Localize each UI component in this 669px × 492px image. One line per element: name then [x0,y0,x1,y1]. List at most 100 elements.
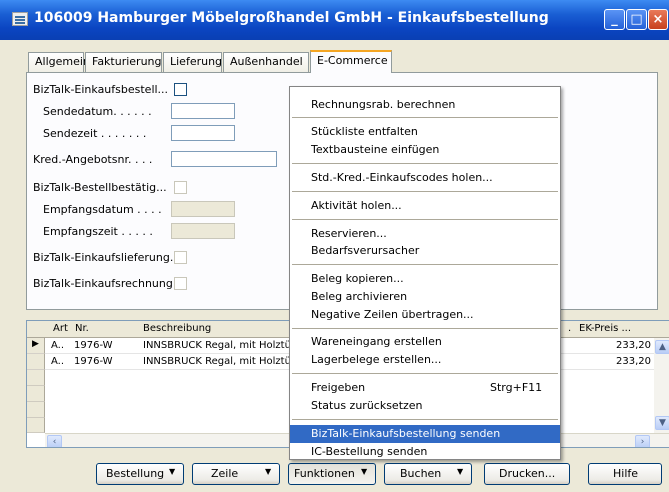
menu-item-rechnungsrab-berechnen[interactable]: Rechnungsrab. berechnen [290,96,560,114]
buchen-label: Buchen [400,467,442,480]
menu-item-aktivitaet-holen[interactable]: Aktivität holen... [290,197,560,215]
empfangszeit-label: Empfangszeit . . . . . [43,225,153,238]
biztalk-einkaufsbestell-label: BizTalk-Einkaufsbestell... [33,83,169,96]
biztalk-einkaufslieferung-label: BizTalk-Einkaufslieferung. [33,251,174,264]
menu-item-lagerbelege-erstellen[interactable]: Lagerbelege erstellen... [290,351,560,369]
title-bar[interactable]: 106009 Hamburger Möbelgroßhandel GmbH - … [0,0,669,40]
menu-item-wareneingang-erstellen[interactable]: Wareneingang erstellen [290,333,560,351]
empfangsdatum-label: Empfangsdatum . . . . [43,203,162,216]
purchase-order-window: 106009 Hamburger Möbelgroßhandel GmbH - … [0,0,669,492]
menu-item-label: IC-Bestellung senden [311,445,428,458]
window-title: 106009 Hamburger Möbelgroßhandel GmbH - … [34,10,549,26]
menu-item-beleg-kopieren[interactable]: Beleg kopieren... [290,270,560,288]
col-beschreibung[interactable]: Beschreibung [143,323,211,334]
scroll-down-icon[interactable]: ▼ [655,416,669,430]
col-ek-preis[interactable]: EK-Preis ... [579,323,631,334]
menu-item-bedarfsverursacher[interactable]: Bedarfsverursacher [290,242,560,260]
tab-allgemein[interactable]: Allgemein [28,52,90,72]
menu-separator [292,191,558,192]
row-selector-current[interactable]: ▶ [27,338,45,354]
biztalk-bestellbestaetig-checkbox [174,181,187,194]
menu-item-label: Std.-Kred.-Einkaufscodes holen... [311,171,493,184]
row-selector[interactable] [27,418,45,433]
menu-item-label: Reservieren... [311,227,387,240]
row-selector[interactable] [27,386,45,402]
empfangsdatum-field [171,201,235,217]
funktionen-label: Funktionen [294,467,355,480]
zeile-button[interactable]: Zeile ▼ [192,463,280,485]
drucken-label: Drucken... [499,467,556,480]
minimize-button[interactable]: _ [604,9,625,30]
scroll-left-icon[interactable]: ‹ [47,435,62,447]
sendedatum-field[interactable] [171,103,235,119]
hilfe-label: Hilfe [613,467,639,480]
menu-item-shortcut: Strg+F11 [490,381,543,394]
menu-separator [292,373,558,374]
menu-item-label: Aktivität holen... [311,199,402,212]
row-selector[interactable] [27,402,45,418]
menu-item-beleg-archivieren[interactable]: Beleg archivieren [290,288,560,306]
menu-separator [292,328,558,329]
vertical-scrollbar[interactable]: ▲ ▼ [654,338,669,433]
tab-lieferung[interactable]: Lieferung [163,52,222,72]
bestellung-button[interactable]: Bestellung ▼ [96,463,184,485]
biztalk-einkaufsbestell-checkbox[interactable] [174,83,187,96]
sendezeit-field[interactable] [171,125,235,141]
menu-separator [292,219,558,220]
menu-item-textbausteine-einfuegen[interactable]: Textbausteine einfügen [290,141,560,159]
cell-nr[interactable]: 1976-W [74,340,113,351]
chevron-down-icon: ▼ [361,467,368,476]
row-selector[interactable] [27,370,45,386]
menu-item-label: Beleg archivieren [311,290,408,303]
hilfe-button[interactable]: Hilfe [588,463,662,485]
menu-item-stueckliste-entfalten[interactable]: Stückliste entfalten [290,123,560,141]
menu-separator [292,264,558,265]
empfangszeit-field [171,223,235,239]
sendezeit-label: Sendezeit . . . . . . . [43,127,147,140]
cell-ek-preis[interactable]: 233,20 [616,356,651,367]
cell-nr[interactable]: 1976-W [74,356,113,367]
cell-beschreibung[interactable]: INNSBRUCK Regal, mit Holztü [143,356,291,367]
drucken-button[interactable]: Drucken... [484,463,570,485]
col-nr[interactable]: Nr. [75,323,89,334]
kred-angebotsnr-field[interactable] [171,151,277,167]
cell-beschreibung[interactable]: INNSBRUCK Regal, mit Holztü [143,340,291,351]
maximize-button[interactable]: □ [626,9,647,30]
menu-item-label: Negative Zeilen übertragen... [311,308,474,321]
chevron-down-icon: ▼ [169,467,176,476]
menu-item-label: Lagerbelege erstellen... [311,353,442,366]
tab-e-commerce[interactable]: E-Commerce [310,50,392,73]
menu-item-ic-bestellung-senden[interactable]: IC-Bestellung senden [290,443,560,461]
col-art[interactable]: Art [53,323,68,334]
scroll-up-icon[interactable]: ▲ [655,340,669,354]
scroll-right-icon[interactable]: › [635,435,650,447]
close-button[interactable]: × [648,9,668,30]
cell-ek-preis[interactable]: 233,20 [616,340,651,351]
tab-aussenhandel[interactable]: Außenhandel [223,52,309,72]
biztalk-einkaufslieferung-checkbox [174,251,187,264]
menu-item-label: Freigeben [311,381,366,394]
menu-item-status-zuruecksetzen[interactable]: Status zurücksetzen [290,397,560,415]
funktionen-button[interactable]: Funktionen ▼ [288,463,376,485]
menu-separator [292,163,558,164]
cell-art[interactable]: A.. [51,340,64,351]
row-selector[interactable] [27,354,45,370]
tab-fakturierung[interactable]: Fakturierung [85,52,162,72]
menu-item-label: Bedarfsverursacher [311,244,420,257]
menu-separator [292,419,558,420]
menu-item-freigeben[interactable]: Freigeben Strg+F11 [290,379,560,397]
buchen-button[interactable]: Buchen ▼ [384,463,472,485]
menu-item-std-kred-einkaufscodes-holen[interactable]: Std.-Kred.-Einkaufscodes holen... [290,169,560,187]
bestellung-label: Bestellung [106,467,165,480]
sendedatum-label: Sendedatum. . . . . . [43,105,152,118]
menu-separator [292,117,558,118]
col-hidden[interactable]: . [568,323,571,334]
cell-art[interactable]: A.. [51,356,64,367]
menu-item-biztalk-einkaufsbestellung-senden[interactable]: BizTalk-Einkaufsbestellung senden [290,425,560,443]
menu-item-label: Rechnungsrab. berechnen [311,98,456,111]
menu-item-label: Textbausteine einfügen [311,143,440,156]
form-icon [12,12,28,26]
menu-item-reservieren[interactable]: Reservieren... [290,225,560,243]
chevron-down-icon: ▼ [457,467,464,476]
menu-item-negative-zeilen-uebertragen[interactable]: Negative Zeilen übertragen... [290,306,560,324]
